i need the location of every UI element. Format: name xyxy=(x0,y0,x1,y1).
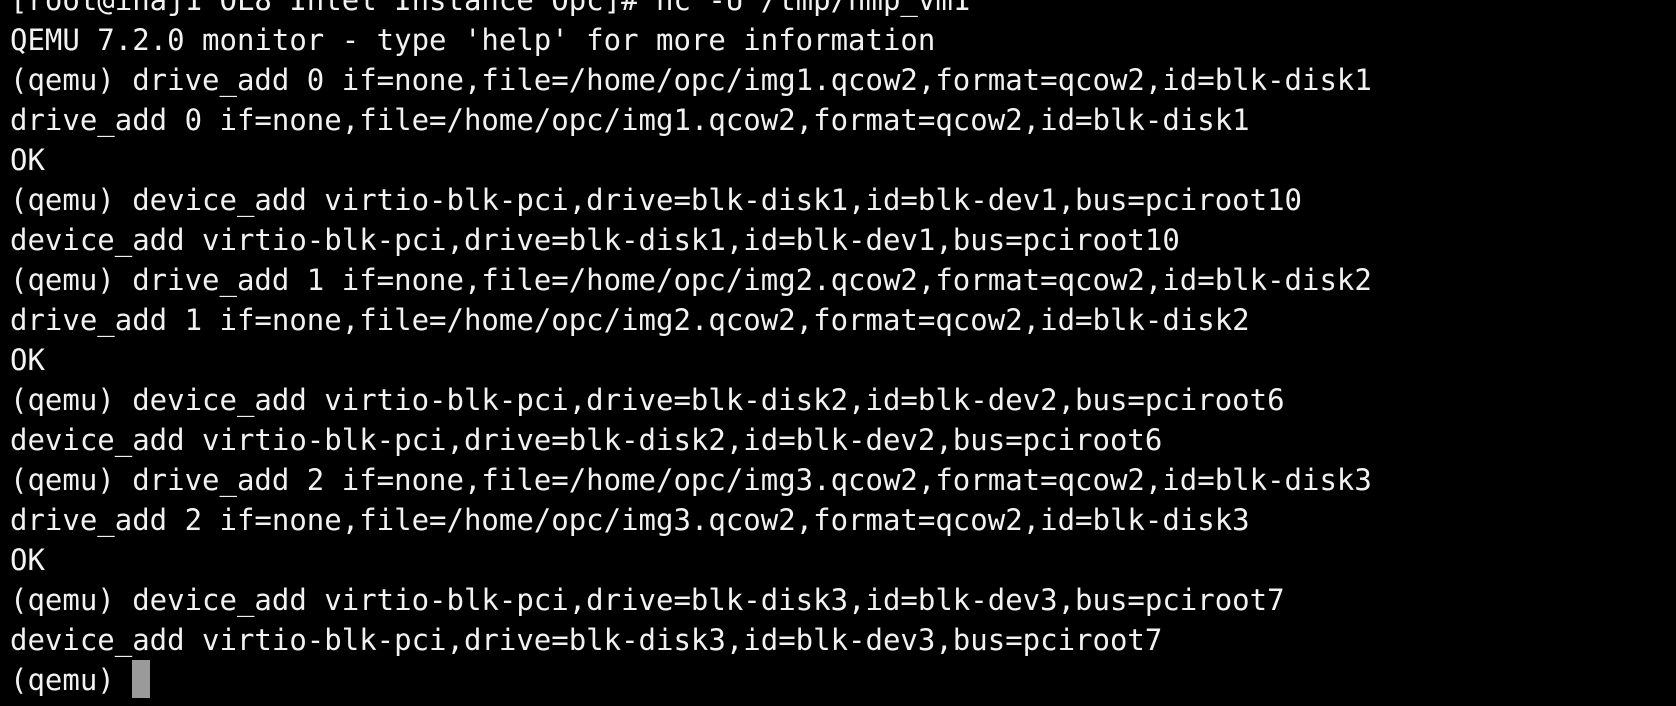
terminal-line: device_add virtio-blk-pci,drive=blk-disk… xyxy=(10,623,1163,657)
terminal-line: (qemu) device_add virtio-blk-pci,drive=b… xyxy=(10,383,1285,417)
terminal-line: OK xyxy=(10,143,45,177)
terminal-line: OK xyxy=(10,343,45,377)
text-cursor xyxy=(132,660,151,698)
terminal-line: (qemu) device_add virtio-blk-pci,drive=b… xyxy=(10,583,1285,617)
terminal-line: QEMU 7.2.0 monitor - type 'help' for mor… xyxy=(10,23,936,57)
terminal-line-partial: [root@inaj1 OL8 Intel Instance Opc]# nc … xyxy=(10,0,971,17)
terminal-window[interactable]: [root@inaj1 OL8 Intel Instance Opc]# nc … xyxy=(0,0,1676,706)
terminal-prompt-line[interactable]: (qemu) xyxy=(10,660,1676,700)
terminal-line: drive_add 2 if=none,file=/home/opc/img3.… xyxy=(10,503,1250,537)
terminal-line: (qemu) drive_add 0 if=none,file=/home/op… xyxy=(10,63,1372,97)
terminal-prompt: (qemu) xyxy=(10,663,133,697)
terminal-line: drive_add 0 if=none,file=/home/opc/img1.… xyxy=(10,103,1250,137)
terminal-line: OK xyxy=(10,543,45,577)
terminal-line: (qemu) device_add virtio-blk-pci,drive=b… xyxy=(10,183,1303,217)
terminal-line: device_add virtio-blk-pci,drive=blk-disk… xyxy=(10,423,1163,457)
terminal-line: (qemu) drive_add 2 if=none,file=/home/op… xyxy=(10,463,1372,497)
terminal-line: device_add virtio-blk-pci,drive=blk-disk… xyxy=(10,223,1180,257)
terminal-output: [root@inaj1 OL8 Intel Instance Opc]# nc … xyxy=(10,0,1676,700)
terminal-line: drive_add 1 if=none,file=/home/opc/img2.… xyxy=(10,303,1250,337)
terminal-line: (qemu) drive_add 1 if=none,file=/home/op… xyxy=(10,263,1372,297)
